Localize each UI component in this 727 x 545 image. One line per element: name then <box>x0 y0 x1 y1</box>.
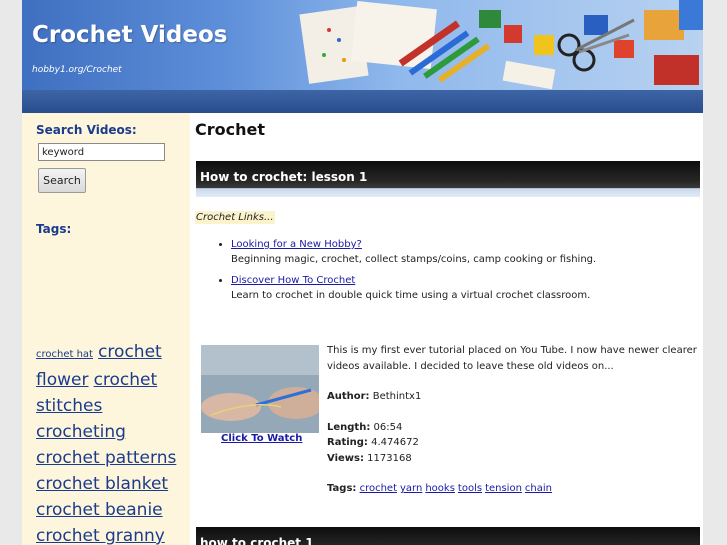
main-content: Crochet How to crochet: lesson 1 Crochet… <box>190 113 703 545</box>
links-heading: Crochet Links... <box>195 211 275 224</box>
link-description: Beginning magic, crochet, collect stamps… <box>231 254 597 265</box>
length-label: Length: <box>327 421 371 433</box>
header-bar <box>22 90 703 113</box>
header-banner: Crochet Videos hobby1.org/Crochet <box>22 0 703 90</box>
link-title[interactable]: Looking for a New Hobby? <box>231 239 362 250</box>
video-info: This is my first ever tutorial placed on… <box>327 343 699 497</box>
click-to-watch-link[interactable]: Click To Watch <box>221 433 302 444</box>
page-title: Crochet <box>195 120 265 139</box>
search-input[interactable] <box>38 143 165 161</box>
link-title[interactable]: Discover How To Crochet <box>231 275 355 286</box>
search-heading: Search Videos: <box>36 123 137 137</box>
tag-link[interactable]: crocheting <box>36 422 126 442</box>
video-tag-link[interactable]: hooks <box>425 483 455 494</box>
sidebar: Search Videos: Search Tags: crochet hat … <box>22 113 190 545</box>
video-rating: 4.474672 <box>371 437 419 448</box>
video-title-bar: how to crochet 1 <box>196 527 700 545</box>
video-tag-link[interactable]: chain <box>525 483 552 494</box>
video-title: how to crochet 1 <box>200 536 314 545</box>
video-tag-link[interactable]: tools <box>458 483 482 494</box>
video-description: This is my first ever tutorial placed on… <box>327 345 697 372</box>
site-url: hobby1.org/Crochet <box>32 65 122 75</box>
page-frame: Crochet Videos hobby1.org/Crochet Search… <box>22 0 703 545</box>
video-title-bar: How to crochet: lesson 1 <box>196 161 700 197</box>
site-header: Crochet Videos hobby1.org/Crochet <box>22 0 703 113</box>
tag-cloud: crochet hat crochet flower crochet stitc… <box>36 339 186 545</box>
video-tag-link[interactable]: yarn <box>400 483 422 494</box>
tag-link[interactable]: crochet hat <box>36 349 93 360</box>
rating-label: Rating: <box>327 437 368 448</box>
tags-heading: Tags: <box>36 222 72 236</box>
views-label: Views: <box>327 452 364 464</box>
list-item: Discover How To Crochet Learn to crochet… <box>231 273 691 303</box>
video-length: 06:54 <box>373 421 403 433</box>
site-title[interactable]: Crochet Videos <box>32 22 227 48</box>
link-description: Learn to crochet in double quick time us… <box>231 290 591 301</box>
video-views: 1173168 <box>367 452 412 464</box>
search-button[interactable]: Search <box>38 168 86 193</box>
links-list: Looking for a New Hobby? Beginning magic… <box>195 237 691 309</box>
list-item: Looking for a New Hobby? Beginning magic… <box>231 237 691 267</box>
video-author: Bethintx1 <box>372 391 422 402</box>
crafts-banner-image <box>299 0 703 90</box>
tag-link[interactable]: crochet patterns <box>36 448 176 468</box>
tag-link[interactable]: crochet granny <box>36 526 165 545</box>
tag-link[interactable]: crochet blanket <box>36 474 168 494</box>
author-label: Author: <box>327 391 370 402</box>
video-tag-link[interactable]: crochet <box>360 483 397 494</box>
video-tags-label: Tags: <box>327 483 357 494</box>
tag-link[interactable]: crochet beanie <box>36 500 163 520</box>
video-thumbnail[interactable] <box>201 345 319 433</box>
video-title: How to crochet: lesson 1 <box>200 170 368 184</box>
video-tag-link[interactable]: tension <box>485 483 522 494</box>
